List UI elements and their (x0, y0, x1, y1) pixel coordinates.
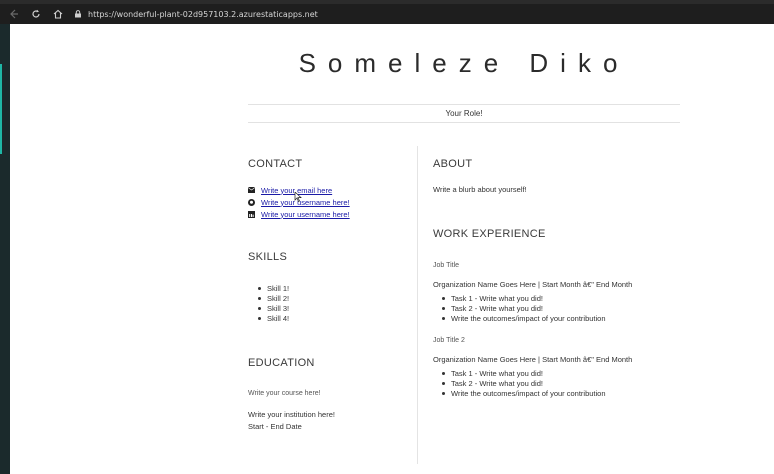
role-banner: Your Role! (248, 104, 680, 123)
job-task-text: Task 2 - Write what you did! (451, 303, 543, 313)
job-title: Job Title 2 (433, 337, 465, 344)
side-panel-edge (0, 24, 10, 474)
skill-text: Skill 1! (267, 283, 290, 293)
education-dates: Start - End Date (248, 422, 302, 431)
skills-list: Skill 1! Skill 2! Skill 3! Skill 4! (258, 283, 289, 323)
job-title: Job Title (433, 262, 460, 269)
job-task-text: Task 1 - Write what you did! (451, 368, 543, 378)
bullet-icon (442, 296, 445, 300)
bullet-icon (442, 316, 445, 320)
back-button[interactable] (6, 6, 22, 22)
about-blurb: Write a blurb about yourself! (433, 185, 527, 194)
job-task: Task 2 - Write what you did! (442, 378, 606, 388)
contact-item-linkedin: Write your username here! (248, 208, 350, 220)
job-task-list: Task 1 - Write what you did! Task 2 - Wr… (442, 293, 606, 323)
bullet-icon (258, 316, 261, 320)
job-task-text: Write the outcomes/impact of your contri… (451, 388, 606, 398)
column-divider (417, 146, 418, 464)
side-accent (0, 64, 2, 154)
skills-heading: SKILLS (248, 251, 288, 263)
job-organization: Organization Name Goes Here | Start Mont… (433, 280, 633, 289)
github-link[interactable]: Write your username here! (261, 198, 350, 207)
job-task-text: Task 1 - Write what you did! (451, 293, 543, 303)
skill-text: Skill 2! (267, 293, 290, 303)
bullet-icon (442, 371, 445, 375)
email-icon (248, 187, 255, 194)
contact-heading: CONTACT (248, 158, 303, 170)
address-bar[interactable]: https://wonderful-plant-02d957103.2.azur… (74, 10, 318, 19)
skill-text: Skill 4! (267, 313, 290, 323)
work-heading: WORK EXPERIENCE (433, 228, 546, 240)
bullet-icon (442, 391, 445, 395)
github-icon (248, 198, 255, 206)
resume-page: Someleze Diko Your Role! CONTACT Write y… (10, 24, 774, 474)
contact-list: Write your email here Write your usernam… (248, 184, 350, 220)
job-task: Task 2 - Write what you did! (442, 303, 606, 313)
bullet-icon (258, 306, 261, 310)
job-task: Write the outcomes/impact of your contri… (442, 313, 606, 323)
linkedin-icon (248, 210, 255, 218)
job-task-text: Task 2 - Write what you did! (451, 378, 543, 388)
skill-text: Skill 3! (267, 303, 290, 313)
home-button[interactable] (50, 6, 66, 22)
browser-toolbar: https://wonderful-plant-02d957103.2.azur… (0, 4, 774, 24)
resume-name: Someleze Diko (298, 48, 630, 78)
skill-item: Skill 3! (258, 303, 289, 313)
back-arrow-icon (10, 9, 18, 19)
url-text: https://wonderful-plant-02d957103.2.azur… (88, 9, 318, 19)
education-institution: Write your institution here! (248, 410, 335, 419)
skill-item: Skill 4! (258, 313, 289, 323)
skill-item: Skill 1! (258, 283, 289, 293)
bullet-icon (442, 306, 445, 310)
bullet-icon (442, 381, 445, 385)
linkedin-link[interactable]: Write your username here! (261, 210, 350, 219)
reload-icon (32, 9, 40, 18)
about-heading: ABOUT (433, 158, 473, 170)
job-task-text: Write the outcomes/impact of your contri… (451, 313, 606, 323)
home-icon (53, 9, 63, 19)
role-text: Your Role! (445, 109, 483, 118)
bullet-icon (258, 296, 261, 300)
bullet-icon (258, 286, 261, 290)
job-task: Write the outcomes/impact of your contri… (442, 388, 606, 398)
education-heading: EDUCATION (248, 357, 315, 369)
job-task-list: Task 1 - Write what you did! Task 2 - Wr… (442, 368, 606, 398)
job-organization: Organization Name Goes Here | Start Mont… (433, 355, 633, 364)
job-task: Task 1 - Write what you did! (442, 368, 606, 378)
skill-item: Skill 2! (258, 293, 289, 303)
mouse-cursor-icon (294, 192, 302, 202)
education-course: Write your course here! (248, 390, 321, 397)
job-task: Task 1 - Write what you did! (442, 293, 606, 303)
reload-button[interactable] (28, 6, 44, 22)
lock-icon (75, 10, 81, 18)
